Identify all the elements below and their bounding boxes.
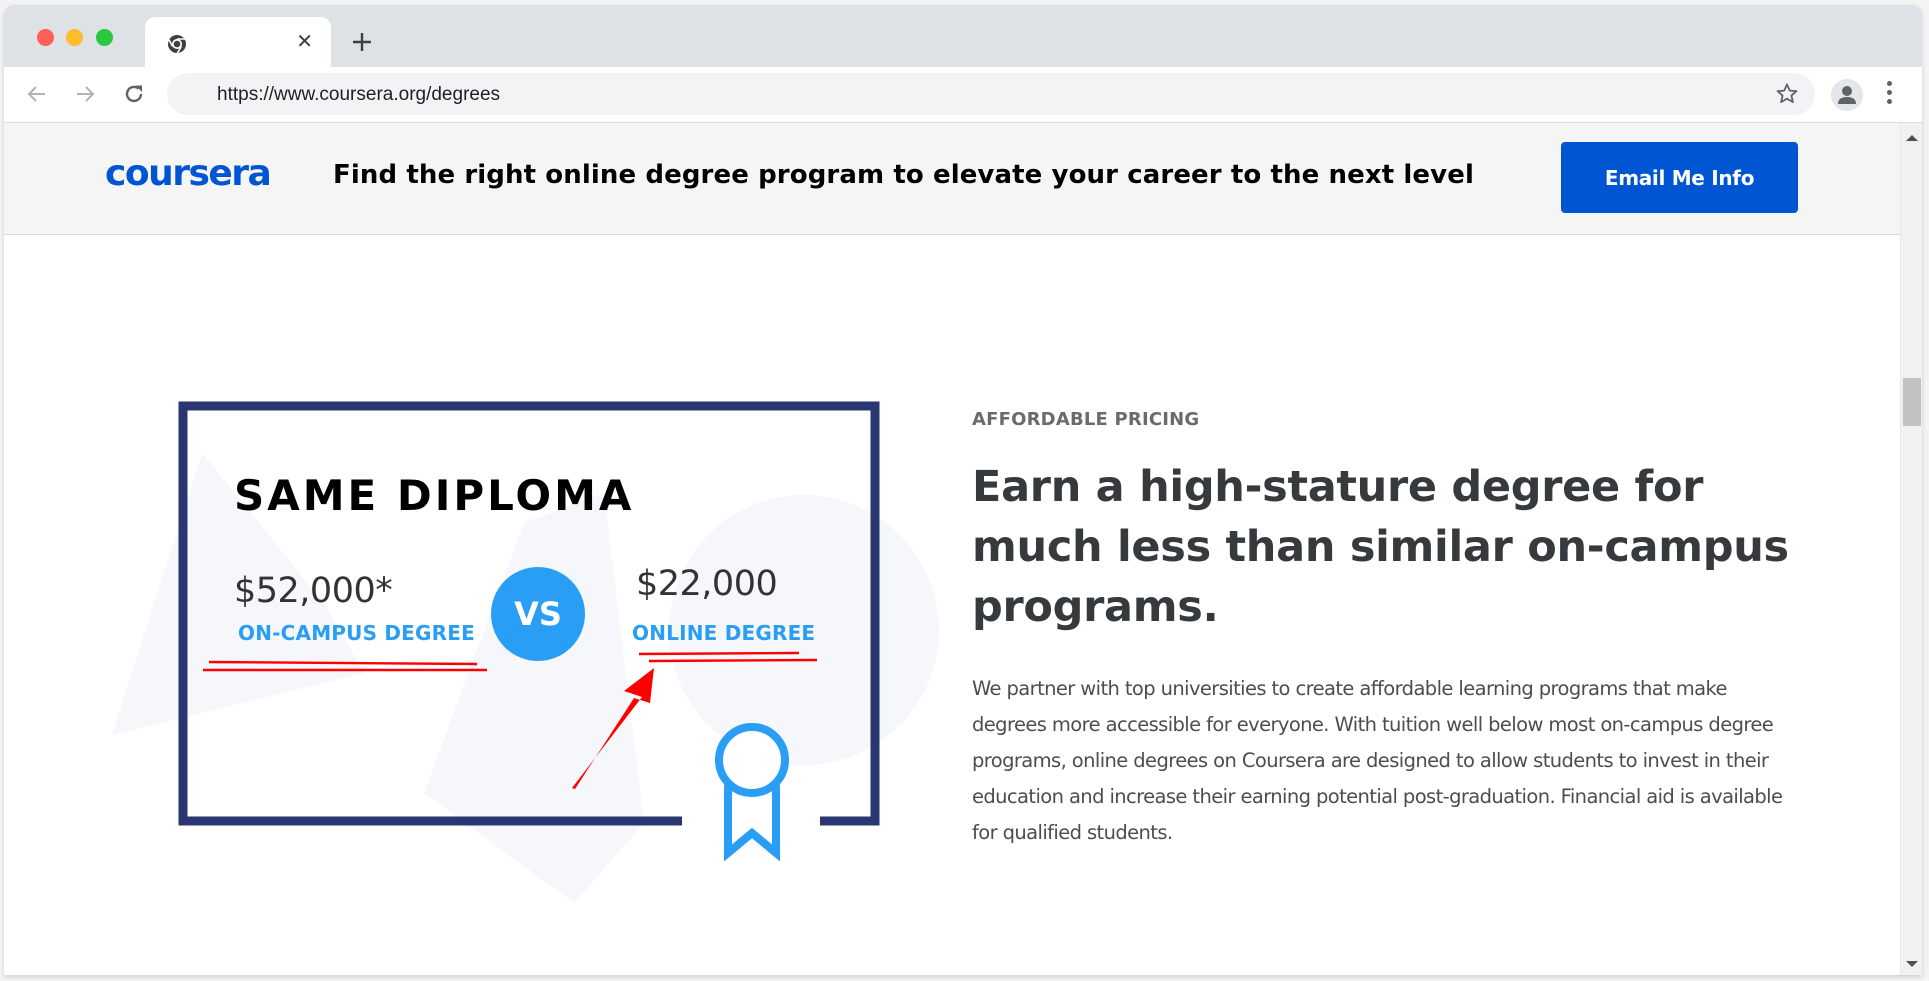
browser-tab[interactable]: ✕ — [145, 17, 331, 69]
online-underline-1 — [638, 651, 800, 656]
chrome-icon — [167, 35, 186, 54]
vertical-scrollbar[interactable] — [1900, 123, 1922, 975]
campus-price: $52,000* — [234, 571, 393, 611]
person-icon — [1838, 86, 1856, 104]
arrow-left-icon — [27, 86, 45, 102]
site-header: coursera Find the right online degree pr… — [4, 123, 1900, 235]
tab-strip: ✕ — [4, 5, 1922, 69]
section-body: We partner with top universities to crea… — [972, 677, 1783, 844]
reload-button[interactable] — [119, 79, 149, 109]
header-title: Find the right online degree program to … — [333, 160, 1474, 190]
section-headline: Earn a high-stature degree for much less… — [972, 462, 1789, 632]
profile-button[interactable] — [1831, 79, 1863, 111]
arrow-right-icon — [77, 86, 95, 102]
email-me-info-button[interactable]: Email Me Info — [1561, 142, 1798, 213]
minimize-window-button[interactable] — [66, 29, 83, 46]
forward-button[interactable] — [70, 79, 100, 109]
award-ribbon-icon — [715, 723, 789, 862]
plus-icon — [353, 33, 371, 51]
section-eyebrow: AFFORDABLE PRICING — [972, 409, 1200, 430]
star-icon[interactable] — [1775, 82, 1799, 106]
online-price: $22,000 — [636, 564, 778, 604]
bg-shape-parallelogram — [424, 493, 644, 903]
page-viewport: SAME DIPLOMA $52,000* ON-CAMPUS DEGREE V… — [4, 123, 1900, 975]
vs-badge — [491, 567, 585, 661]
new-tab-button[interactable] — [349, 25, 373, 59]
url-text[interactable]: https://www.coursera.org/degrees — [217, 84, 500, 106]
address-bar[interactable]: https://www.coursera.org/degrees — [167, 73, 1815, 115]
coursera-logo[interactable]: coursera — [105, 153, 272, 194]
browser-window: ✕ https://www.coursera.org/degrees SAME … — [4, 5, 1922, 975]
maximize-window-button[interactable] — [96, 29, 113, 46]
back-button[interactable] — [22, 79, 52, 109]
scrollbar-thumb[interactable] — [1903, 378, 1921, 426]
campus-label: ON-CAMPUS DEGREE — [238, 621, 475, 645]
close-window-button[interactable] — [37, 29, 54, 46]
diploma-illustration — [112, 401, 939, 903]
reload-icon — [125, 85, 143, 103]
close-icon[interactable]: ✕ — [296, 29, 313, 53]
diploma-title: SAME DIPLOMA — [234, 471, 635, 520]
browser-toolbar: https://www.coursera.org/degrees — [4, 67, 1922, 123]
scroll-down-arrow-icon[interactable] — [1906, 961, 1918, 967]
online-underline-2 — [648, 658, 818, 663]
kebab-menu-icon[interactable] — [1884, 81, 1894, 109]
online-label: ONLINE DEGREE — [632, 621, 816, 645]
scroll-up-arrow-icon[interactable] — [1906, 135, 1918, 141]
